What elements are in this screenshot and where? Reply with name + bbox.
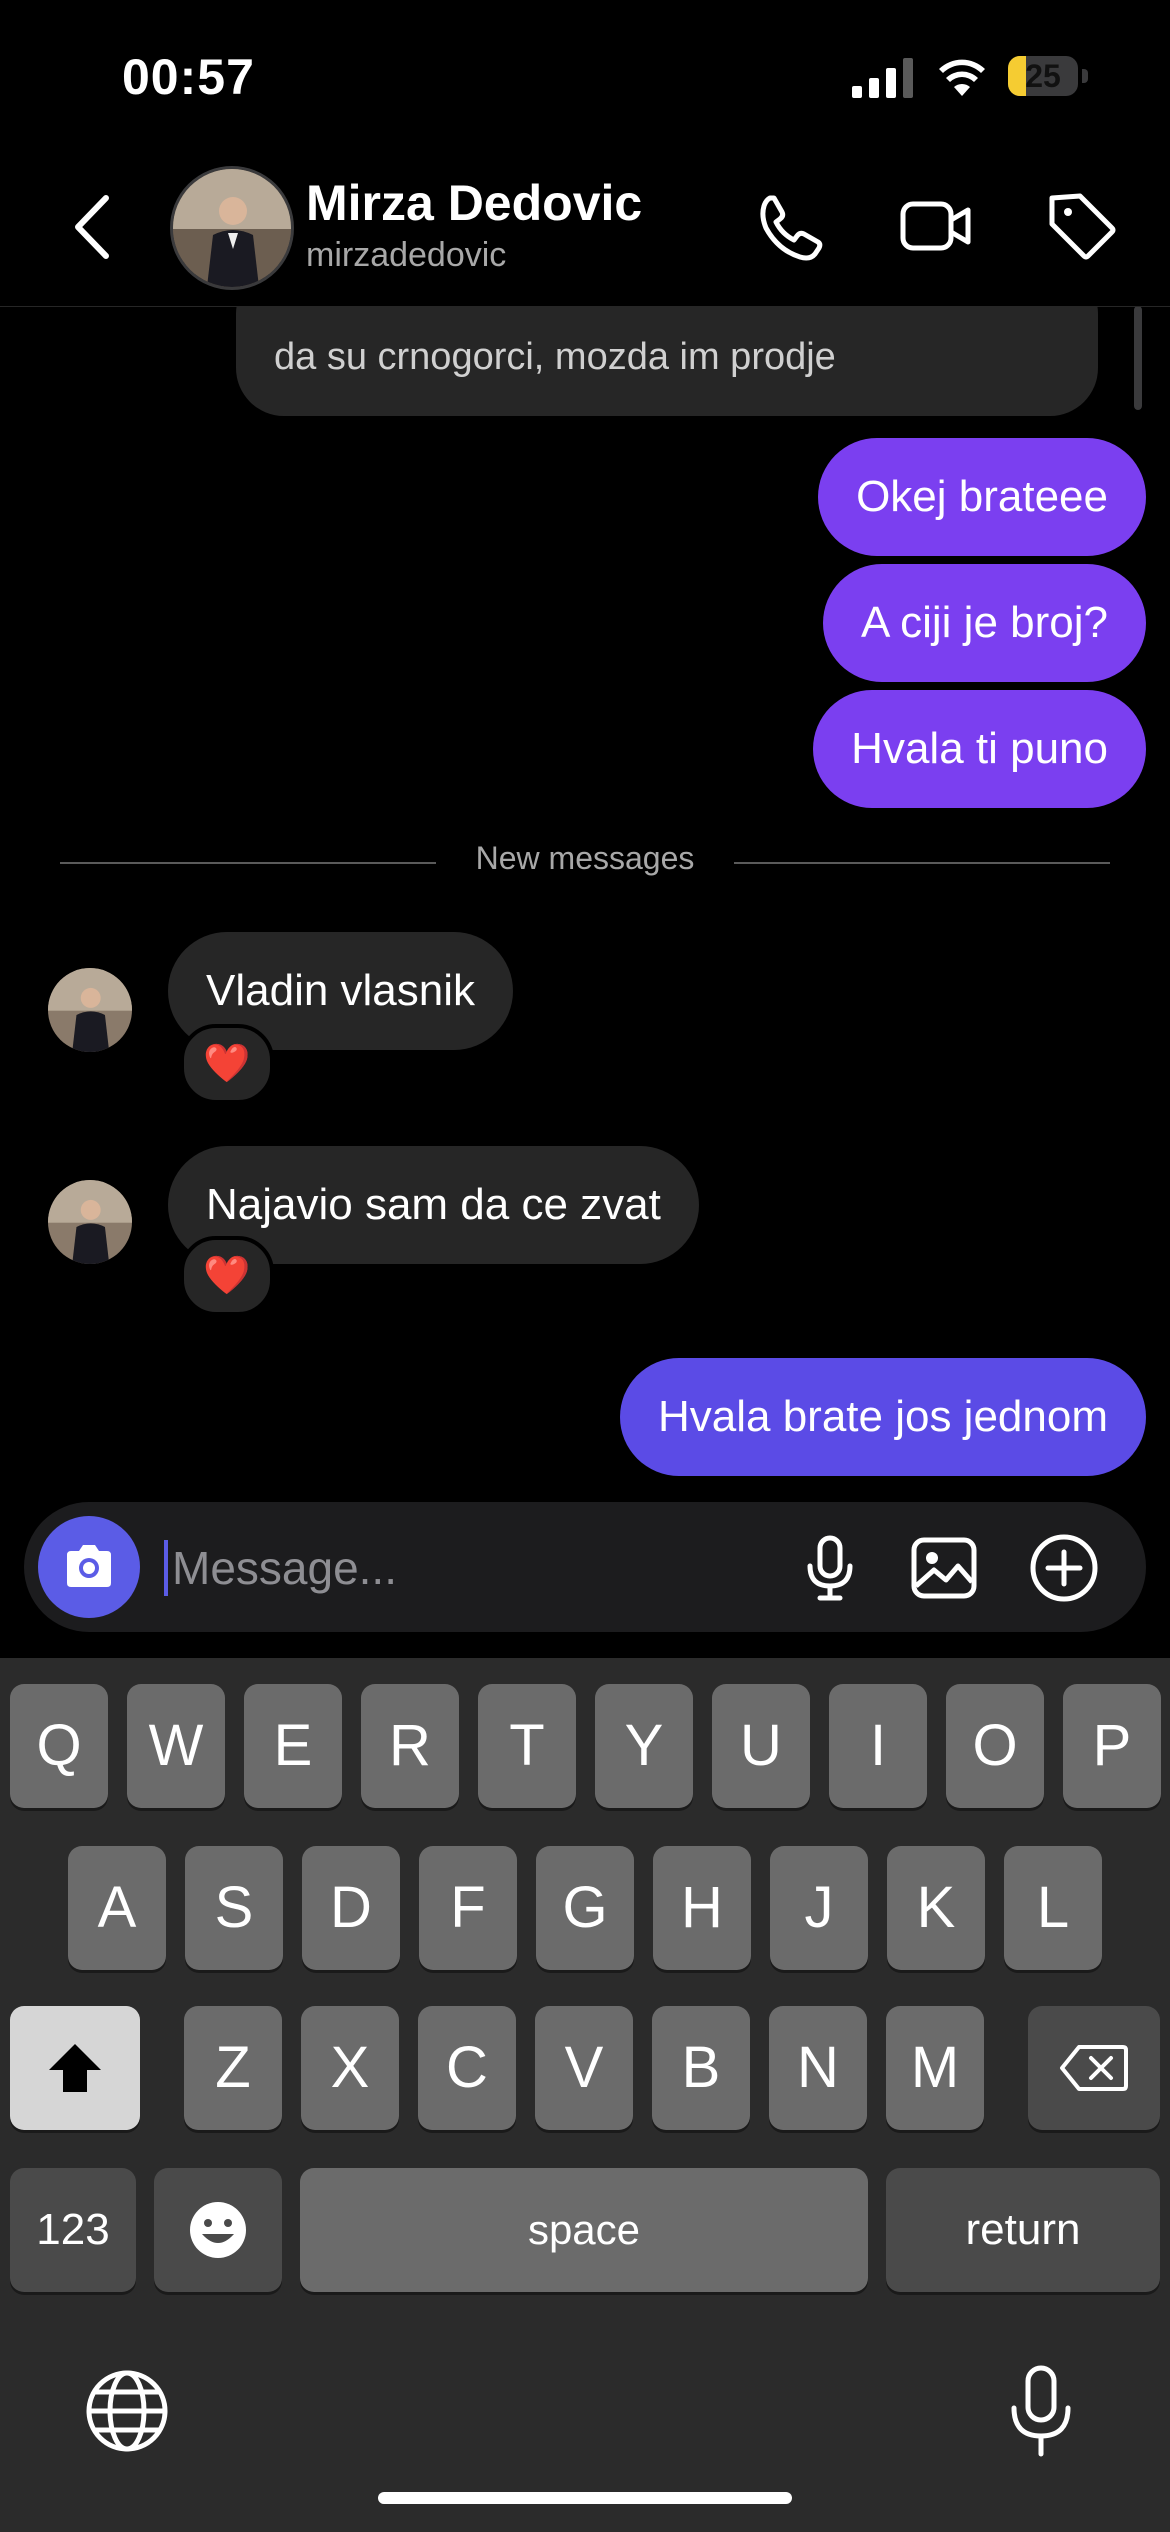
emoji-key[interactable] bbox=[154, 2168, 282, 2292]
key-z[interactable]: Z bbox=[184, 2006, 282, 2130]
key-y[interactable]: Y bbox=[595, 1684, 693, 1808]
phone-icon[interactable] bbox=[752, 188, 828, 264]
message-bubble-outgoing[interactable]: Okej brateee bbox=[818, 438, 1146, 556]
key-s[interactable]: S bbox=[185, 1846, 283, 1970]
message-list[interactable]: da su crnogorci, mozda im prodje Okej br… bbox=[0, 306, 1170, 1502]
cellular-signal-icon bbox=[852, 58, 913, 98]
battery-percent: 25 bbox=[1025, 58, 1061, 94]
chat-header: Mirza Dedovic mirzadedovic bbox=[0, 150, 1170, 307]
heart-reaction-icon[interactable]: ❤️ bbox=[180, 1024, 274, 1104]
return-key[interactable]: return bbox=[886, 2168, 1160, 2292]
status-time: 00:57 bbox=[122, 49, 255, 105]
key-q[interactable]: Q bbox=[10, 1684, 108, 1808]
key-a[interactable]: A bbox=[68, 1846, 166, 1970]
text-cursor bbox=[164, 1540, 168, 1596]
shift-key[interactable] bbox=[10, 2006, 140, 2130]
key-u[interactable]: U bbox=[712, 1684, 810, 1808]
key-j[interactable]: J bbox=[770, 1846, 868, 1970]
key-m[interactable]: M bbox=[886, 2006, 984, 2130]
key-w[interactable]: W bbox=[127, 1684, 225, 1808]
key-p[interactable]: P bbox=[1063, 1684, 1161, 1808]
key-b[interactable]: B bbox=[652, 2006, 750, 2130]
key-k[interactable]: K bbox=[887, 1846, 985, 1970]
key-h[interactable]: H bbox=[653, 1846, 751, 1970]
message-bubble-incoming-partial[interactable]: da su crnogorci, mozda im prodje bbox=[236, 306, 1098, 416]
gallery-icon[interactable] bbox=[908, 1532, 980, 1604]
key-v[interactable]: V bbox=[535, 2006, 633, 2130]
avatar[interactable] bbox=[48, 968, 132, 1052]
message-composer bbox=[24, 1502, 1146, 1632]
plus-circle-icon[interactable] bbox=[1028, 1532, 1100, 1604]
avatar[interactable] bbox=[170, 166, 294, 290]
key-d[interactable]: D bbox=[302, 1846, 400, 1970]
delete-key[interactable] bbox=[1028, 2006, 1160, 2130]
contact-name[interactable]: Mirza Dedovic bbox=[306, 174, 642, 232]
heart-reaction-icon[interactable]: ❤️ bbox=[180, 1236, 274, 1316]
camera-icon bbox=[67, 1545, 111, 1587]
key-r[interactable]: R bbox=[361, 1684, 459, 1808]
back-chevron-icon[interactable] bbox=[68, 192, 118, 262]
message-bubble-outgoing[interactable]: Hvala brate jos jednom bbox=[619, 1358, 1146, 1476]
dictation-microphone-icon[interactable] bbox=[1006, 2364, 1076, 2458]
key-f[interactable]: F bbox=[419, 1846, 517, 1970]
shift-arrow-icon bbox=[49, 2044, 101, 2092]
key-n[interactable]: N bbox=[769, 2006, 867, 2130]
message-input[interactable] bbox=[170, 1524, 794, 1612]
key-o[interactable]: O bbox=[946, 1684, 1044, 1808]
key-x[interactable]: X bbox=[301, 2006, 399, 2130]
globe-icon[interactable] bbox=[84, 2368, 170, 2454]
space-key[interactable]: space bbox=[300, 2168, 868, 2292]
backspace-icon bbox=[1060, 2045, 1128, 2091]
emoji-icon bbox=[190, 2202, 246, 2258]
message-bubble-outgoing[interactable]: Hvala ti puno bbox=[813, 690, 1146, 808]
key-c[interactable]: C bbox=[418, 2006, 516, 2130]
key-g[interactable]: G bbox=[536, 1846, 634, 1970]
battery-indicator: 25 bbox=[1008, 56, 1088, 98]
numbers-key[interactable]: 123 bbox=[10, 2168, 136, 2292]
contact-username[interactable]: mirzadedovic bbox=[306, 236, 506, 275]
key-l[interactable]: L bbox=[1004, 1846, 1102, 1970]
key-i[interactable]: I bbox=[829, 1684, 927, 1808]
wifi-icon bbox=[939, 59, 985, 96]
new-messages-divider: New messages bbox=[0, 840, 1170, 877]
scrollbar[interactable] bbox=[1134, 306, 1142, 410]
avatar[interactable] bbox=[48, 1180, 132, 1264]
status-bar: 00:57 25 bbox=[0, 0, 1170, 150]
microphone-icon[interactable] bbox=[794, 1532, 866, 1604]
video-icon[interactable] bbox=[898, 188, 974, 264]
key-e[interactable]: E bbox=[244, 1684, 342, 1808]
key-t[interactable]: T bbox=[478, 1684, 576, 1808]
camera-button[interactable] bbox=[38, 1516, 140, 1618]
message-bubble-outgoing[interactable]: A ciji je broj? bbox=[822, 564, 1146, 682]
tag-icon[interactable] bbox=[1044, 188, 1120, 264]
home-indicator[interactable] bbox=[378, 2492, 792, 2504]
